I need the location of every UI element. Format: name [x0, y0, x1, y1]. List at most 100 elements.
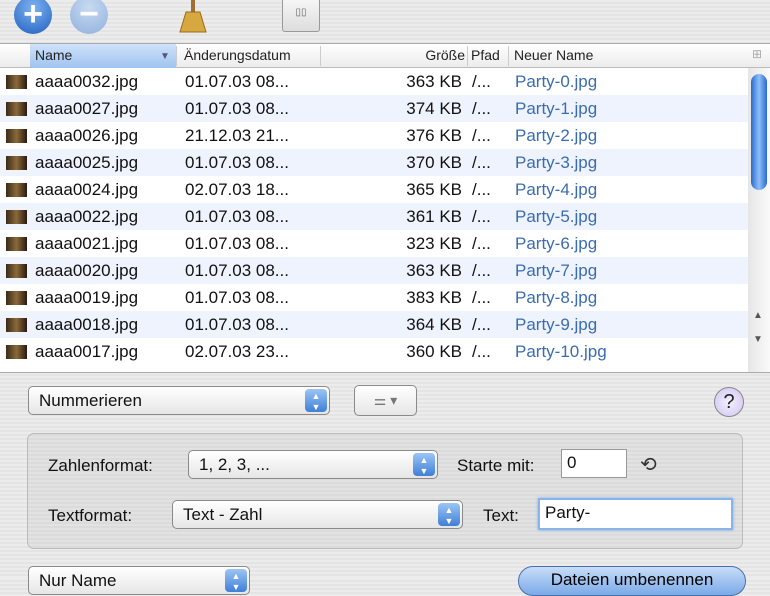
number-format-label: Zahlenformat: — [48, 456, 153, 475]
image-thumbnail — [6, 345, 27, 359]
table-row[interactable]: aaaa0020.jpg 01.07.03 08... 363 KB /... … — [0, 257, 748, 284]
rename-files-button[interactable]: Dateien umbenennen — [518, 566, 746, 596]
updown-icon: ▲ ▼ — [225, 569, 247, 592]
modified-date: 01.07.03 08... — [185, 153, 289, 172]
file-path: /... — [472, 261, 491, 280]
updown-icon: ▲ ▼ — [413, 453, 435, 476]
switches-icon[interactable]: ▯▯ — [282, 0, 320, 32]
table-row[interactable]: aaaa0032.jpg 01.07.03 08... 363 KB /... … — [0, 68, 748, 95]
number-format-value: 1, 2, 3, ... — [199, 455, 270, 474]
image-thumbnail — [6, 75, 27, 89]
file-path: /... — [472, 153, 491, 172]
modified-date: 01.07.03 08... — [185, 234, 289, 253]
scope-select[interactable]: Nur Name ▲ ▼ — [28, 566, 250, 595]
table-row[interactable]: aaaa0022.jpg 01.07.03 08... 361 KB /... … — [0, 203, 748, 230]
file-path: /... — [472, 207, 491, 226]
file-size: 370 KB — [406, 153, 462, 172]
file-size: 363 KB — [406, 261, 462, 280]
table-row[interactable]: aaaa0025.jpg 01.07.03 08... 370 KB /... … — [0, 149, 748, 176]
table-row[interactable]: aaaa0021.jpg 01.07.03 08... 323 KB /... … — [0, 230, 748, 257]
file-size: 374 KB — [406, 99, 462, 118]
table-row[interactable]: aaaa0018.jpg 01.07.03 08... 364 KB /... … — [0, 311, 748, 338]
file-path: /... — [472, 126, 491, 145]
new-file-name: Party-9.jpg — [515, 315, 598, 334]
file-name: aaaa0022.jpg — [35, 207, 139, 226]
file-path: /... — [472, 234, 491, 253]
image-thumbnail — [6, 210, 27, 224]
add-button[interactable]: + — [14, 0, 52, 34]
image-thumbnail — [6, 183, 27, 197]
image-thumbnail — [6, 129, 27, 143]
file-name: aaaa0025.jpg — [35, 153, 139, 172]
mode-select[interactable]: Nummerieren ▲ ▼ — [28, 386, 330, 415]
remove-button[interactable]: − — [70, 0, 108, 34]
file-size: 365 KB — [406, 180, 462, 199]
new-file-name: Party-6.jpg — [515, 234, 598, 253]
modified-date: 02.07.03 23... — [185, 342, 289, 361]
modified-date: 01.07.03 08... — [185, 261, 289, 280]
text-format-label: Textformat: — [48, 506, 133, 525]
updown-icon: ▲ ▼ — [305, 389, 327, 412]
image-thumbnail — [6, 156, 27, 170]
modified-date: 02.07.03 18... — [185, 180, 289, 199]
scroll-up-icon[interactable]: ▲ — [753, 310, 763, 321]
new-file-name: Party-3.jpg — [515, 153, 598, 172]
help-button[interactable]: ? — [714, 387, 744, 417]
file-size: 364 KB — [406, 315, 462, 334]
number-format-select[interactable]: 1, 2, 3, ... ▲ ▼ — [188, 450, 438, 479]
col-date[interactable]: Änderungsdatum — [184, 47, 291, 63]
mode-value: Nummerieren — [39, 391, 142, 410]
file-size: 360 KB — [406, 342, 462, 361]
new-file-name: Party-0.jpg — [515, 72, 598, 91]
file-size: 323 KB — [406, 234, 462, 253]
modified-date: 01.07.03 08... — [185, 315, 289, 334]
modified-date: 01.07.03 08... — [185, 207, 289, 226]
table-row[interactable]: aaaa0017.jpg 02.07.03 23... 360 KB /... … — [0, 338, 748, 365]
scroll-thumb[interactable] — [751, 74, 767, 190]
file-name: aaaa0017.jpg — [35, 342, 139, 361]
reset-cycle-icon[interactable]: ⟲ — [640, 452, 657, 477]
modified-date: 21.12.03 21... — [185, 126, 289, 145]
file-name: aaaa0024.jpg — [35, 180, 139, 199]
col-size[interactable]: Größe — [425, 47, 465, 63]
file-name: aaaa0026.jpg — [35, 126, 139, 145]
vertical-scrollbar[interactable]: ▲ ▼ — [748, 68, 770, 372]
image-thumbnail — [6, 318, 27, 332]
col-name[interactable]: Name — [35, 47, 72, 63]
file-table[interactable]: Name ▼ Änderungsdatum Größe Pfad Neuer N… — [0, 43, 770, 373]
table-row[interactable]: aaaa0026.jpg 21.12.03 21... 376 KB /... … — [0, 122, 748, 149]
text-input[interactable]: Party- — [538, 498, 733, 530]
table-row[interactable]: aaaa0019.jpg 01.07.03 08... 383 KB /... … — [0, 284, 748, 311]
col-path[interactable]: Pfad — [471, 47, 500, 63]
file-name: aaaa0019.jpg — [35, 288, 139, 307]
table-header: Name ▼ Änderungsdatum Größe Pfad Neuer N… — [0, 44, 770, 68]
options-menu-button[interactable]: ⚌ ▾ — [354, 385, 417, 416]
text-format-value: Text - Zahl — [183, 505, 263, 524]
image-thumbnail — [6, 291, 27, 305]
table-row[interactable]: aaaa0027.jpg 01.07.03 08... 374 KB /... … — [0, 95, 748, 122]
image-thumbnail — [6, 237, 27, 251]
text-format-select[interactable]: Text - Zahl ▲ ▼ — [172, 500, 463, 529]
file-size: 361 KB — [406, 207, 462, 226]
col-new-name[interactable]: Neuer Name — [514, 47, 593, 63]
file-path: /... — [472, 342, 491, 361]
modified-date: 01.07.03 08... — [185, 288, 289, 307]
text-label: Text: — [483, 506, 519, 525]
file-path: /... — [472, 288, 491, 307]
image-thumbnail — [6, 102, 27, 116]
file-path: /... — [472, 72, 491, 91]
modified-date: 01.07.03 08... — [185, 72, 289, 91]
start-input[interactable]: 0 — [561, 449, 627, 478]
file-size: 363 KB — [406, 72, 462, 91]
new-file-name: Party-5.jpg — [515, 207, 598, 226]
file-name: aaaa0021.jpg — [35, 234, 139, 253]
file-size: 383 KB — [406, 288, 462, 307]
column-picker-icon[interactable]: ⊞ — [752, 47, 762, 61]
new-file-name: Party-4.jpg — [515, 180, 598, 199]
scroll-down-icon[interactable]: ▼ — [753, 334, 763, 345]
file-name: aaaa0027.jpg — [35, 99, 139, 118]
table-row[interactable]: aaaa0024.jpg 02.07.03 18... 365 KB /... … — [0, 176, 748, 203]
broom-icon[interactable] — [178, 0, 208, 34]
new-file-name: Party-7.jpg — [515, 261, 598, 280]
updown-icon: ▲ ▼ — [438, 503, 460, 526]
